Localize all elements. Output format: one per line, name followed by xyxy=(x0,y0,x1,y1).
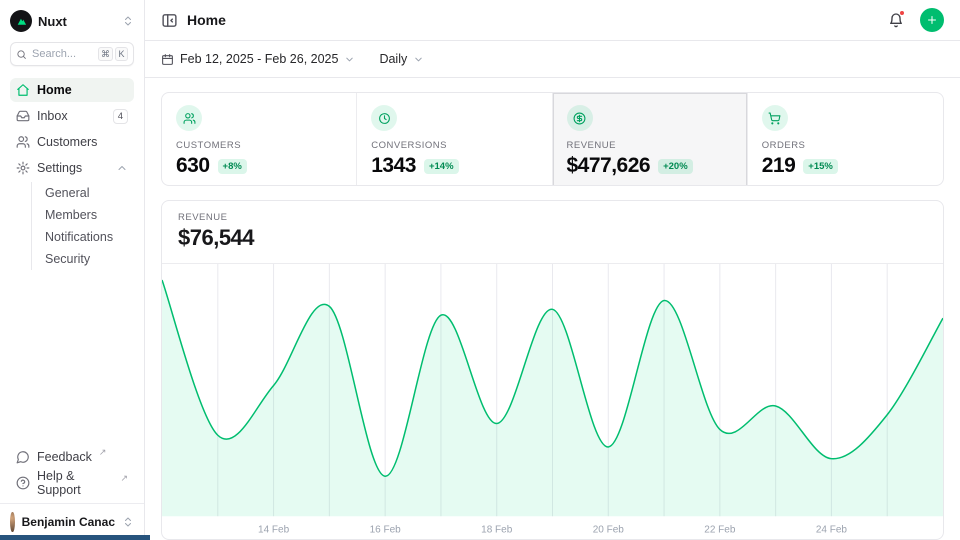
feedback-link[interactable]: Feedback ↗ xyxy=(10,445,134,469)
sidebar-item-label: Inbox xyxy=(37,109,68,123)
gear-icon xyxy=(16,161,30,175)
sidebar-item-settings[interactable]: Settings xyxy=(10,156,134,180)
users-icon xyxy=(176,105,202,131)
svg-text:22 Feb: 22 Feb xyxy=(704,524,736,535)
inbox-icon xyxy=(16,109,30,123)
clock-icon xyxy=(371,105,397,131)
search-icon xyxy=(16,49,27,60)
sidebar-item-label: Customers xyxy=(37,135,97,149)
chart-header: REVENUE $76,544 xyxy=(162,201,943,264)
chevrons-up-down-icon xyxy=(122,516,134,528)
sidebar-item-notifications[interactable]: Notifications xyxy=(41,226,124,248)
workspace-switcher[interactable]: Nuxt xyxy=(0,6,144,36)
stat-conversions[interactable]: CONVERSIONS 1343 +14% xyxy=(357,93,552,186)
add-button[interactable] xyxy=(920,8,944,32)
nuxt-logo-icon xyxy=(10,10,32,32)
search-placeholder: Search... xyxy=(32,48,76,60)
sidebar-item-label: Home xyxy=(37,83,72,97)
footer-item-label: Feedback xyxy=(37,450,92,464)
external-link-icon: ↗ xyxy=(120,474,128,483)
user-avatar xyxy=(10,512,15,532)
search-shortcut: ⌘K xyxy=(98,47,128,61)
sidebar-item-label: Settings xyxy=(37,161,82,175)
sidebar-item-members[interactable]: Members xyxy=(41,204,124,226)
date-range-label: Feb 12, 2025 - Feb 26, 2025 xyxy=(180,52,338,66)
revenue-chart-card: REVENUE $76,544 14 Feb 16 Feb 18 Feb 20 Feb… xyxy=(161,200,944,540)
sidebar-footer: Feedback ↗ Help & Support ↗ xyxy=(0,441,144,499)
sidebar-spacer xyxy=(0,274,144,441)
svg-text:20 Feb: 20 Feb xyxy=(593,524,625,535)
stat-delta-badge: +8% xyxy=(218,159,247,174)
sidebar-nav: Home Inbox 4 Customers Settings Ge xyxy=(0,72,144,274)
calendar-icon xyxy=(161,53,174,66)
chevron-up-icon xyxy=(116,162,128,174)
header-actions xyxy=(888,8,944,32)
user-name: Benjamin Canac xyxy=(22,515,115,529)
help-support-link[interactable]: Help & Support ↗ xyxy=(10,471,134,495)
stat-revenue[interactable]: REVENUE $477,626 +20% xyxy=(553,93,748,186)
dashboard-content: CUSTOMERS 630 +8% CONVERSIONS 1343 +14% xyxy=(145,78,960,540)
sidebar-toggle-icon[interactable] xyxy=(161,12,178,29)
stat-orders[interactable]: ORDERS 219 +15% xyxy=(748,93,943,186)
svg-text:16 Feb: 16 Feb xyxy=(370,524,402,535)
message-circle-icon xyxy=(16,450,30,464)
chevrons-up-down-icon xyxy=(122,15,134,27)
shopping-cart-icon xyxy=(762,105,788,131)
chart-body: 14 Feb 16 Feb 18 Feb 20 Feb 22 Feb 24 Feb xyxy=(162,264,943,540)
stat-label: CUSTOMERS xyxy=(176,140,342,151)
svg-text:14 Feb: 14 Feb xyxy=(258,524,290,535)
stat-label: ORDERS xyxy=(762,140,929,151)
sidebar: Nuxt Search... ⌘K Home Inbox 4 xyxy=(0,0,145,540)
help-circle-icon xyxy=(16,476,30,490)
notification-dot xyxy=(899,10,905,16)
period-select[interactable]: Daily xyxy=(379,52,424,66)
external-link-icon: ↗ xyxy=(99,448,107,457)
chart-current-value: $76,544 xyxy=(178,225,927,251)
footer-item-label: Help & Support xyxy=(37,469,113,497)
page-title: Home xyxy=(187,12,226,28)
inbox-count-badge: 4 xyxy=(113,109,128,124)
stat-value: 219 xyxy=(762,154,796,178)
svg-text:18 Feb: 18 Feb xyxy=(481,524,513,535)
notifications-bell-icon[interactable] xyxy=(888,12,904,28)
bottom-strip xyxy=(0,535,150,540)
kbd-k: K xyxy=(115,47,128,61)
date-range-picker[interactable]: Feb 12, 2025 - Feb 26, 2025 xyxy=(161,52,355,66)
stat-customers[interactable]: CUSTOMERS 630 +8% xyxy=(162,93,357,186)
kbd-cmd: ⌘ xyxy=(98,47,113,61)
search-input[interactable]: Search... ⌘K xyxy=(10,42,134,66)
main-area: Home Feb 12, 2025 - Feb 26, 2025 Daily xyxy=(145,0,960,540)
chevron-down-icon xyxy=(413,54,424,65)
stat-value: 1343 xyxy=(371,154,416,178)
settings-children: General Members Notifications Security xyxy=(31,182,124,270)
stat-value: 630 xyxy=(176,154,210,178)
sidebar-item-inbox[interactable]: Inbox 4 xyxy=(10,104,134,128)
users-icon xyxy=(16,135,30,149)
chart-title: REVENUE xyxy=(178,212,927,223)
stat-label: REVENUE xyxy=(567,140,733,151)
stats-grid: CUSTOMERS 630 +8% CONVERSIONS 1343 +14% xyxy=(161,92,944,186)
home-icon xyxy=(16,83,30,97)
period-label: Daily xyxy=(379,52,407,66)
sidebar-item-general[interactable]: General xyxy=(41,182,124,204)
stat-label: CONVERSIONS xyxy=(371,140,537,151)
sidebar-item-home[interactable]: Home xyxy=(10,78,134,102)
sidebar-item-customers[interactable]: Customers xyxy=(10,130,134,154)
circle-dollar-icon xyxy=(567,105,593,131)
sidebar-item-security[interactable]: Security xyxy=(41,248,124,270)
svg-text:24 Feb: 24 Feb xyxy=(816,524,848,535)
app-header: Home xyxy=(145,0,960,41)
toolbar: Feb 12, 2025 - Feb 26, 2025 Daily xyxy=(145,41,960,78)
stat-delta-badge: +14% xyxy=(424,159,459,174)
revenue-area-chart[interactable]: 14 Feb 16 Feb 18 Feb 20 Feb 22 Feb 24 Feb xyxy=(162,264,943,540)
stat-delta-badge: +20% xyxy=(658,159,693,174)
workspace-name: Nuxt xyxy=(38,14,67,29)
stat-delta-badge: +15% xyxy=(803,159,838,174)
chevron-down-icon xyxy=(344,54,355,65)
stat-value: $477,626 xyxy=(567,154,651,178)
